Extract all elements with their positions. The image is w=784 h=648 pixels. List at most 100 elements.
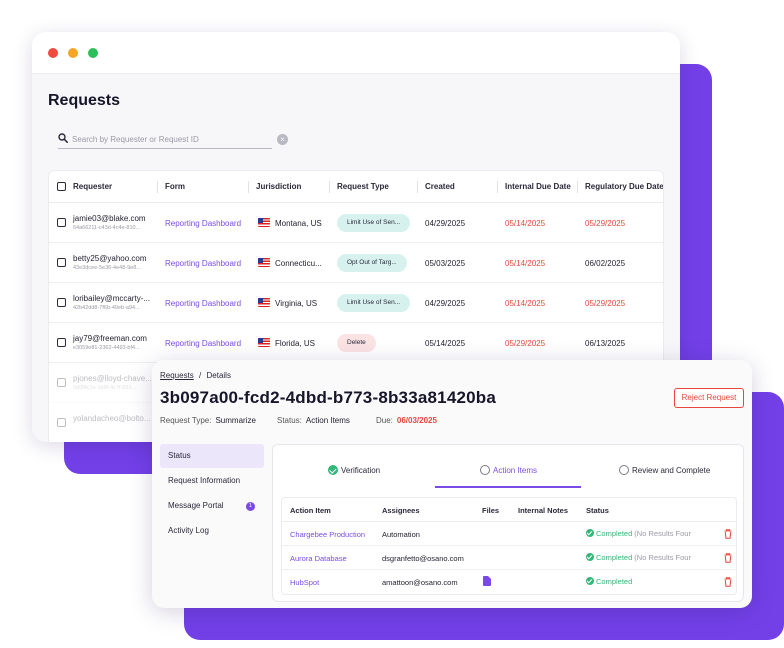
status-cell: Completed xyxy=(586,577,632,586)
table-row[interactable]: betty25@yahoo.com 43e3dcee-5e36-4e48-9e8… xyxy=(49,243,663,283)
form-link[interactable]: Reporting Dashboard xyxy=(165,219,241,228)
table-row: HubSpot amattoon@osano.com Completed xyxy=(282,570,736,594)
breadcrumb-requests-link[interactable]: Requests xyxy=(160,371,194,380)
regulatory-due-date: 06/02/2025 xyxy=(585,259,626,268)
nav-item-label: Activity Log xyxy=(168,526,209,535)
column-header-requester[interactable]: Requester xyxy=(73,182,112,191)
table-row[interactable]: jay79@freeman.com e3059e81-2362-4493-bf4… xyxy=(49,323,663,363)
action-item-link[interactable]: HubSpot xyxy=(290,578,319,587)
nav-item-status[interactable]: Status xyxy=(160,444,264,468)
step-review-and-complete[interactable]: Review and Complete xyxy=(619,465,710,475)
created-date: 04/29/2025 xyxy=(425,299,466,308)
action-items-table: Action Item Assignees Files Internal Not… xyxy=(281,497,737,595)
request-type-badge: Opt Out of Targ... xyxy=(337,254,407,272)
row-checkbox[interactable] xyxy=(57,338,66,347)
row-checkbox[interactable] xyxy=(57,258,66,267)
created-date: 05/14/2025 xyxy=(425,339,466,348)
us-flag-icon xyxy=(258,298,270,307)
column-header-request-type[interactable]: Request Type xyxy=(337,182,389,191)
internal-due-date: 05/14/2025 xyxy=(505,219,546,228)
due-meta: Due: 06/03/2025 xyxy=(376,416,437,425)
request-id: 42b42dd8-7f6b-49eb-a94... xyxy=(73,305,140,311)
reject-request-button[interactable]: Reject Request xyxy=(674,388,744,408)
regulatory-due-date: 05/29/2025 xyxy=(585,219,626,228)
action-item-link[interactable]: Aurora Database xyxy=(290,554,347,563)
request-type-badge: Delete xyxy=(337,334,376,352)
request-details-window: Requests / Details 3b097a00-fcd2-4dbd-b7… xyxy=(152,360,752,608)
close-window-dot[interactable] xyxy=(48,48,58,58)
due-label: Due: xyxy=(376,416,393,425)
request-type-badge: Limit Use of Sen... xyxy=(337,214,411,232)
minimize-window-dot[interactable] xyxy=(68,48,78,58)
jurisdiction-text: Virginia, US xyxy=(275,299,318,308)
table-row: Aurora Database dsgranfetto@osano.com Co… xyxy=(282,546,736,570)
column-header-created[interactable]: Created xyxy=(425,182,455,191)
column-divider xyxy=(329,181,330,193)
requester-email: yolandacheo@bolto... xyxy=(73,414,151,423)
clear-search-icon[interactable]: × xyxy=(277,134,288,145)
step-action-items[interactable]: Action Items xyxy=(480,465,537,475)
breadcrumb-separator: / xyxy=(199,371,202,380)
request-id: 43e3dcee-5e36-4e48-9e8... xyxy=(73,265,141,271)
internal-due-date: 05/29/2025 xyxy=(505,339,546,348)
row-checkbox[interactable] xyxy=(57,298,66,307)
row-checkbox[interactable] xyxy=(57,418,66,427)
detail-side-nav: Status Request Information Message Porta… xyxy=(160,444,264,544)
column-header-files: Files xyxy=(482,506,500,515)
us-flag-icon xyxy=(258,218,270,227)
request-id: 6d0f4c1e-1a9f-4c7f-833... xyxy=(73,385,136,391)
request-id: e3059e81-2362-4493-bf4... xyxy=(73,345,140,351)
search-input[interactable] xyxy=(72,132,268,146)
status-panel: Verification Action Items Review and Com… xyxy=(272,444,744,602)
action-item-link[interactable]: Chargebee Production xyxy=(290,530,365,539)
requester-email: loribailey@mccarty-... xyxy=(73,294,151,303)
due-value: 06/03/2025 xyxy=(396,416,437,425)
status-label: Status: xyxy=(277,416,302,425)
form-link[interactable]: Reporting Dashboard xyxy=(165,259,241,268)
check-circle-icon xyxy=(586,553,594,561)
internal-due-date: 05/14/2025 xyxy=(505,299,546,308)
column-header-jurisdiction[interactable]: Jurisdiction xyxy=(256,182,301,191)
trash-icon[interactable] xyxy=(724,529,732,539)
internal-due-date: 05/14/2025 xyxy=(505,259,546,268)
column-header-action-item: Action Item xyxy=(290,506,331,515)
row-checkbox[interactable] xyxy=(57,378,66,387)
status-text: Completed xyxy=(596,529,633,538)
column-header-internal-due[interactable]: Internal Due Date xyxy=(505,182,571,191)
trash-icon[interactable] xyxy=(724,553,732,563)
nav-item-label: Request Information xyxy=(168,476,241,485)
search-icon xyxy=(58,133,68,143)
empty-circle-icon xyxy=(619,465,629,475)
nav-item-activity-log[interactable]: Activity Log xyxy=(160,519,264,543)
jurisdiction-text: Montana, US xyxy=(275,219,322,228)
table-header: Action Item Assignees Files Internal Not… xyxy=(282,498,736,522)
maximize-window-dot[interactable] xyxy=(88,48,98,58)
us-flag-icon xyxy=(258,258,270,267)
column-header-regulatory-due[interactable]: Regulatory Due Date xyxy=(585,182,663,191)
assignee-text: Automation xyxy=(382,530,420,539)
form-link[interactable]: Reporting Dashboard xyxy=(165,339,241,348)
select-all-checkbox[interactable] xyxy=(57,182,66,191)
file-icon[interactable] xyxy=(483,576,491,586)
nav-item-message-portal[interactable]: Message Portal 1 xyxy=(160,494,264,518)
request-type-badge: Limit Use of Sen... xyxy=(337,294,411,312)
step-verification[interactable]: Verification xyxy=(328,465,380,475)
status-note: (No Results Four xyxy=(634,553,691,562)
form-link[interactable]: Reporting Dashboard xyxy=(165,299,241,308)
status-text: Completed xyxy=(596,553,633,562)
table-row[interactable]: loribailey@mccarty-... 42b42dd8-7f6b-49e… xyxy=(49,283,663,323)
step-label: Action Items xyxy=(493,466,538,475)
search-bar xyxy=(58,132,272,149)
requester-email: pjones@lloyd-chave... xyxy=(73,374,152,383)
column-header-form[interactable]: Form xyxy=(165,182,185,191)
step-label: Verification xyxy=(341,466,381,475)
table-row[interactable]: jamie03@blake.com 64a66211-c43d-4c4e-810… xyxy=(49,203,663,243)
row-checkbox[interactable] xyxy=(57,218,66,227)
status-cell: Completed (No Results Four xyxy=(586,529,691,538)
nav-item-request-information[interactable]: Request Information xyxy=(160,469,264,493)
column-header-internal-notes: Internal Notes xyxy=(518,506,569,515)
created-date: 04/29/2025 xyxy=(425,219,466,228)
request-id: 64a66211-c43d-4c4e-810... xyxy=(73,225,141,231)
trash-icon[interactable] xyxy=(724,577,732,587)
created-date: 05/03/2025 xyxy=(425,259,466,268)
